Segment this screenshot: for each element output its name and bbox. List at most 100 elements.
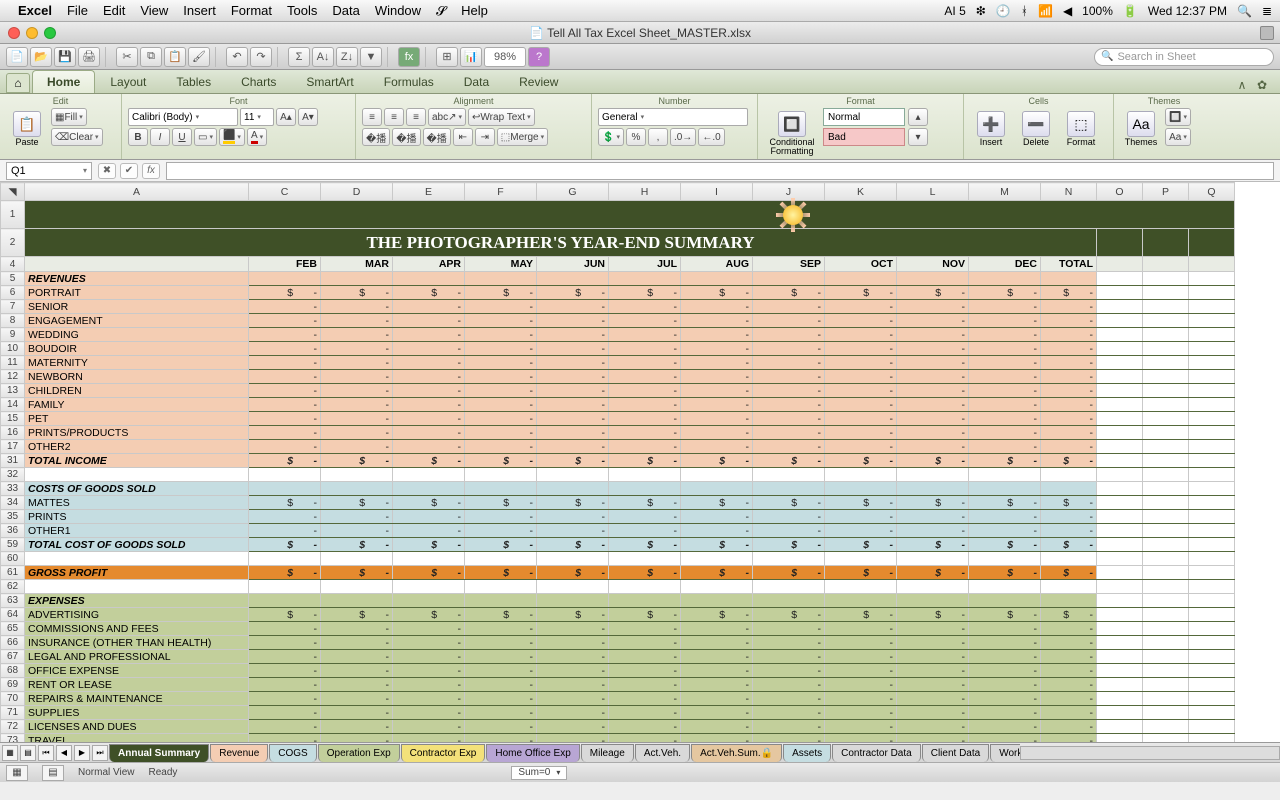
data-cell[interactable] (681, 468, 753, 482)
style-scroll-down[interactable]: ▾ (908, 128, 928, 146)
col-header[interactable]: I (681, 183, 753, 201)
row-header[interactable]: 15 (1, 412, 25, 426)
row-header[interactable]: 70 (1, 692, 25, 706)
row-header[interactable]: 5 (1, 272, 25, 286)
menu-format[interactable]: Format (231, 3, 272, 18)
category-cell[interactable] (25, 468, 249, 482)
data-cell[interactable]: - (1041, 426, 1097, 440)
data-cell[interactable]: - (249, 384, 321, 398)
category-cell[interactable]: TOTAL INCOME (25, 454, 249, 468)
data-cell[interactable]: - (825, 678, 897, 692)
data-cell[interactable]: - (897, 412, 969, 426)
data-cell[interactable]: - (825, 636, 897, 650)
data-cell[interactable]: - (537, 384, 609, 398)
data-cell[interactable]: - (681, 440, 753, 454)
data-cell[interactable]: - (1041, 524, 1097, 538)
data-cell[interactable]: - (897, 510, 969, 524)
data-cell[interactable]: - (609, 510, 681, 524)
data-cell[interactable]: $ - (537, 454, 609, 468)
home-icon[interactable]: ⌂ (6, 73, 30, 93)
font-color-button[interactable]: A (247, 128, 267, 146)
data-cell[interactable] (825, 468, 897, 482)
sheet-tab[interactable]: Client Data (922, 744, 989, 762)
data-cell[interactable]: $ - (321, 566, 393, 580)
data-cell[interactable]: - (897, 622, 969, 636)
data-cell[interactable]: $ - (969, 286, 1041, 300)
data-cell[interactable]: - (393, 510, 465, 524)
data-cell[interactable]: - (465, 692, 537, 706)
ribbon-tab-home[interactable]: Home (32, 70, 95, 93)
data-cell[interactable]: - (753, 370, 825, 384)
row-header[interactable]: 33 (1, 482, 25, 496)
data-cell[interactable]: - (825, 734, 897, 743)
data-cell[interactable] (321, 580, 393, 594)
data-cell[interactable] (969, 552, 1041, 566)
data-cell[interactable]: - (753, 342, 825, 356)
data-cell[interactable] (537, 272, 609, 286)
category-cell[interactable]: CHILDREN (25, 384, 249, 398)
data-cell[interactable]: - (969, 384, 1041, 398)
sort-asc-button[interactable]: A↓ (312, 47, 334, 67)
style-bad[interactable]: Bad (823, 128, 905, 146)
data-cell[interactable] (393, 580, 465, 594)
paste-button[interactable]: 📋 (164, 47, 186, 67)
data-cell[interactable]: - (681, 692, 753, 706)
data-cell[interactable]: - (969, 678, 1041, 692)
data-cell[interactable]: - (969, 510, 1041, 524)
align-center-button[interactable]: ≡ (384, 108, 404, 126)
data-cell[interactable] (825, 580, 897, 594)
category-cell[interactable]: PORTRAIT (25, 286, 249, 300)
row-header[interactable]: 4 (1, 257, 25, 272)
row-header[interactable]: 16 (1, 426, 25, 440)
sheet-tab[interactable]: COGS (269, 744, 316, 762)
sort-desc-button[interactable]: Z↓ (336, 47, 358, 67)
data-cell[interactable]: - (465, 636, 537, 650)
data-cell[interactable] (1041, 272, 1097, 286)
data-cell[interactable] (969, 468, 1041, 482)
data-cell[interactable]: - (537, 650, 609, 664)
data-cell[interactable]: - (1041, 328, 1097, 342)
data-cell[interactable]: - (753, 678, 825, 692)
font-size-combo[interactable]: 11 (240, 108, 274, 126)
menu-file[interactable]: File (67, 3, 88, 18)
data-cell[interactable]: - (537, 524, 609, 538)
data-cell[interactable]: - (897, 356, 969, 370)
data-cell[interactable]: - (969, 412, 1041, 426)
data-cell[interactable]: - (465, 356, 537, 370)
data-cell[interactable]: $ - (969, 454, 1041, 468)
data-cell[interactable]: - (249, 706, 321, 720)
data-cell[interactable]: - (249, 510, 321, 524)
data-cell[interactable]: - (321, 720, 393, 734)
data-cell[interactable]: $ - (609, 496, 681, 510)
align-top-button[interactable]: �播 (362, 128, 390, 146)
name-box[interactable]: Q1 (6, 162, 92, 180)
data-cell[interactable]: $ - (681, 608, 753, 622)
view-normal-icon[interactable]: ▦ (2, 745, 18, 761)
sheet-tab[interactable]: Contractor Exp (401, 744, 486, 762)
data-cell[interactable]: - (1041, 678, 1097, 692)
data-cell[interactable] (753, 552, 825, 566)
view-button-2[interactable]: ▤ (42, 765, 64, 781)
data-cell[interactable]: - (681, 384, 753, 398)
category-cell[interactable]: ENGAGEMENT (25, 314, 249, 328)
col-header[interactable]: E (393, 183, 465, 201)
category-cell[interactable]: REPAIRS & MAINTENANCE (25, 692, 249, 706)
category-cell[interactable]: EXPENSES (25, 594, 249, 608)
col-header[interactable]: K (825, 183, 897, 201)
row-header[interactable]: 14 (1, 398, 25, 412)
data-cell[interactable]: - (249, 678, 321, 692)
clock-label[interactable]: Wed 12:37 PM (1148, 4, 1227, 18)
data-cell[interactable] (393, 482, 465, 496)
row-header[interactable]: 61 (1, 566, 25, 580)
row-header[interactable]: 1 (1, 201, 25, 229)
tab-next-button[interactable]: ▶ (74, 745, 90, 761)
spotlight-icon[interactable]: 🔍 (1237, 4, 1252, 18)
row-header[interactable]: 35 (1, 510, 25, 524)
align-bottom-button[interactable]: �播 (423, 128, 451, 146)
col-header[interactable]: F (465, 183, 537, 201)
category-cell[interactable]: OFFICE EXPENSE (25, 664, 249, 678)
data-cell[interactable]: - (321, 678, 393, 692)
data-cell[interactable]: - (1041, 370, 1097, 384)
data-cell[interactable]: - (321, 356, 393, 370)
sheet-tab[interactable]: Assets (783, 744, 831, 762)
